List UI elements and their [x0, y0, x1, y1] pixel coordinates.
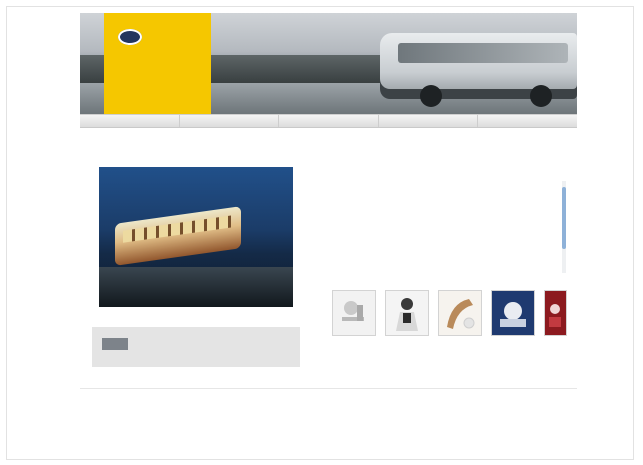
body-text: [330, 181, 552, 185]
thumbnail-coach[interactable]: [491, 290, 535, 336]
thumbnail-phone[interactable]: [438, 290, 482, 336]
parking-sign-icon: [333, 291, 375, 335]
main-nav: [80, 114, 577, 128]
brand-logo-icon: [118, 29, 142, 45]
header-bus-image: [380, 33, 577, 107]
logo-panel[interactable]: [104, 13, 211, 114]
telephone-icon: [439, 291, 481, 335]
info-badge-icon: [102, 338, 128, 350]
main-bus-photo: [99, 167, 293, 307]
nav-item-1[interactable]: [80, 115, 180, 127]
thumbnail-person[interactable]: [385, 290, 429, 336]
red-photo-icon: [545, 291, 566, 335]
nav-item-3[interactable]: [279, 115, 379, 127]
footer-divider: [80, 388, 577, 389]
person-icon: [386, 291, 428, 335]
nav-item-2[interactable]: [180, 115, 280, 127]
header-banner: [80, 13, 577, 114]
nav-item-5[interactable]: [478, 115, 577, 127]
nav-item-4[interactable]: [379, 115, 479, 127]
thumbnail-red[interactable]: [544, 290, 567, 336]
scrollbar-thumb[interactable]: [562, 187, 566, 249]
coach-photo-icon: [492, 291, 534, 335]
info-box[interactable]: [92, 327, 300, 367]
thumbnail-parking[interactable]: [332, 290, 376, 336]
